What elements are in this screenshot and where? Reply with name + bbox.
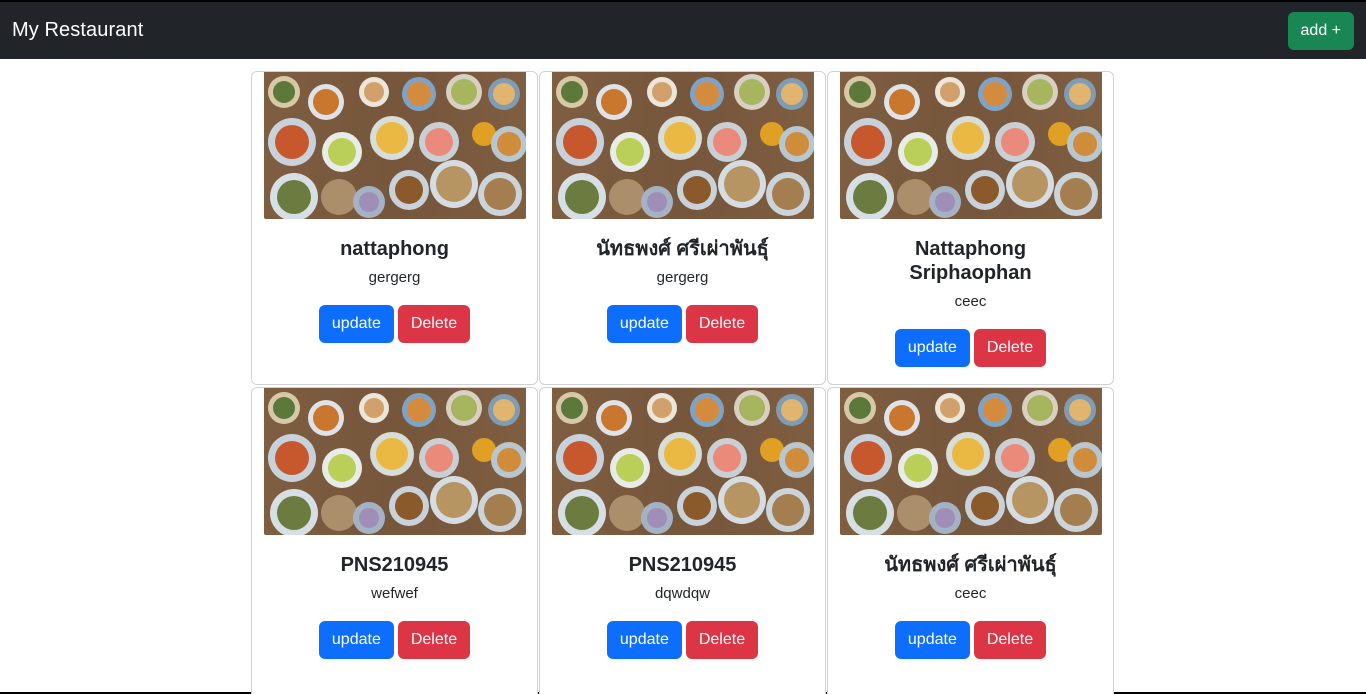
brand-title: My Restaurant [12,19,144,41]
card-text: ceec [954,293,987,310]
card-title: nattaphong [340,238,449,260]
food-image [839,388,1102,535]
card-title: นัทธพงศ์ ศรีเผ่าพันธุ์ [596,238,769,260]
restaurant-card: Nattaphong Sriphaophan ceec update Delet… [827,71,1114,385]
card-body: นัทธพงศ์ ศรีเผ่าพันธุ์ gergerg update De… [552,219,813,343]
delete-button[interactable]: Delete [973,329,1047,367]
card-text: ceec [954,585,987,602]
update-button[interactable]: update [606,305,682,343]
restaurant-card: นัทธพงศ์ ศรีเผ่าพันธุ์ gergerg update De… [539,71,826,385]
delete-button[interactable]: Delete [685,305,759,343]
app-frame: My Restaurant add + nattaphong gergerg u… [0,0,1366,694]
card-text: gergerg [656,269,709,286]
card-text: gergerg [368,269,421,286]
card-actions: update Delete [894,329,1047,367]
add-button[interactable]: add + [1287,11,1354,50]
delete-button[interactable]: Delete [397,305,471,343]
card-actions: update Delete [318,621,471,659]
food-image [263,72,526,219]
delete-button[interactable]: Delete [685,621,759,659]
card-actions: update Delete [318,305,471,343]
food-image [551,72,814,219]
update-button[interactable]: update [318,305,394,343]
navbar: My Restaurant add + [0,2,1366,59]
card-body: nattaphong gergerg update Delete [264,219,525,343]
food-image [551,388,814,535]
card-body: PNS210945 dqwdqw update Delete [552,535,813,659]
delete-button[interactable]: Delete [973,621,1047,659]
card-text: dqwdqw [654,585,711,602]
card-body: นัทธพงศ์ ศรีเผ่าพันธุ์ ceec update Delet… [840,535,1101,659]
card-text: wefwef [371,585,418,602]
update-button[interactable]: update [606,621,682,659]
card-grid: nattaphong gergerg update Delete นัทธพงศ… [251,71,1115,694]
restaurant-card: PNS210945 wefwef update Delete [251,387,538,694]
card-actions: update Delete [894,621,1047,659]
card-title: PNS210945 [628,554,737,576]
card-body: PNS210945 wefwef update Delete [264,535,525,659]
card-title: PNS210945 [340,554,449,576]
update-button[interactable]: update [894,621,970,659]
restaurant-card: PNS210945 dqwdqw update Delete [539,387,826,694]
delete-button[interactable]: Delete [397,621,471,659]
food-image [263,388,526,535]
card-title: Nattaphong Sriphaophan [909,238,1032,284]
restaurant-card: นัทธพงศ์ ศรีเผ่าพันธุ์ ceec update Delet… [827,387,1114,694]
card-actions: update Delete [606,621,759,659]
restaurant-card: nattaphong gergerg update Delete [251,71,538,385]
card-body: Nattaphong Sriphaophan ceec update Delet… [840,219,1101,367]
card-title: นัทธพงศ์ ศรีเผ่าพันธุ์ [884,554,1057,576]
update-button[interactable]: update [894,329,970,367]
food-image [839,72,1102,219]
update-button[interactable]: update [318,621,394,659]
card-actions: update Delete [606,305,759,343]
